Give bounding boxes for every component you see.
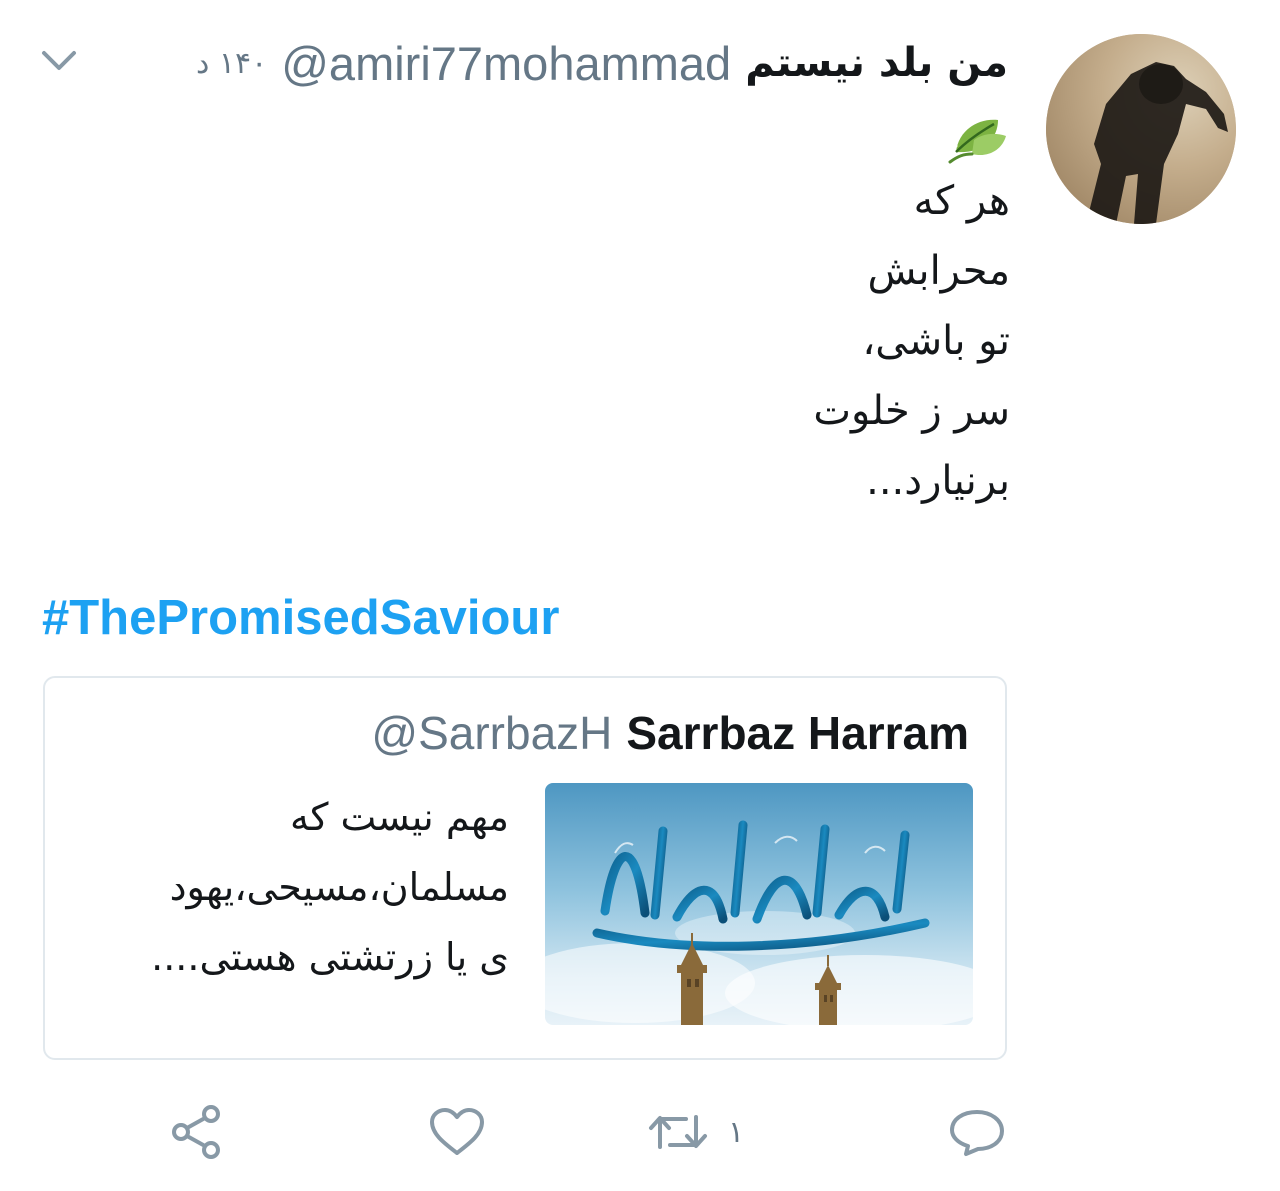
- tweet-text-line: هر که: [913, 178, 1010, 224]
- author-display-name[interactable]: من بلد نیستم: [745, 40, 1008, 86]
- quoted-text-line: مسلمان،مسیحی،یهود: [169, 865, 509, 909]
- quoted-tweet-header: Sarrbaz Harram @SarrbazH: [371, 706, 969, 760]
- quoted-text-line: ی یا زرتشتی هستی....: [151, 935, 509, 979]
- tweet-header: من بلد نیستم @amiri77mohammad ۱۴۰ د: [196, 32, 1008, 94]
- quoted-tweet-card[interactable]: Sarrbaz Harram @SarrbazH مهم نیست که مسل…: [43, 676, 1007, 1060]
- hashtag-link[interactable]: #ThePromisedSaviour: [42, 590, 559, 646]
- reply-icon: [950, 1110, 1004, 1156]
- tweet-text-line: برنیارد...: [866, 458, 1010, 504]
- author-avatar[interactable]: [1046, 34, 1236, 224]
- reply-button[interactable]: [940, 1100, 1014, 1164]
- like-button[interactable]: [420, 1100, 494, 1164]
- retweet-count: ۱: [727, 1114, 745, 1150]
- tweet-text-line: محرابش: [867, 248, 1010, 294]
- chevron-down-icon[interactable]: [40, 48, 78, 74]
- share-button[interactable]: [160, 1100, 234, 1164]
- avatar-photo: [1046, 34, 1236, 224]
- heart-icon: [430, 1108, 484, 1155]
- retweet-icon: [648, 1115, 707, 1149]
- calligraphy-image: [545, 783, 973, 1025]
- tweet-text: هر که محرابش تو باشی، سر ز خلوت برنیارد.…: [410, 166, 1010, 516]
- tweet-text-line: تو باشی،: [862, 318, 1010, 364]
- quoted-tweet-text: مهم نیست که مسلمان،مسیحی،یهود ی یا زرتشت…: [75, 782, 509, 992]
- tweet-text-line: سر ز خلوت: [813, 388, 1010, 434]
- tweet-timestamp[interactable]: ۱۴۰ د: [196, 46, 267, 81]
- share-icon: [172, 1105, 220, 1159]
- quoted-text-line: مهم نیست که: [289, 795, 509, 839]
- quoted-author-handle: @SarrbazH: [371, 707, 613, 759]
- quoted-author-name: Sarrbaz Harram: [626, 707, 969, 759]
- retweet-button[interactable]: ۱: [630, 1100, 760, 1164]
- author-handle[interactable]: @amiri77mohammad: [281, 36, 731, 91]
- quoted-tweet-image[interactable]: [545, 783, 973, 1025]
- leaf-emoji-icon: [948, 119, 1006, 164]
